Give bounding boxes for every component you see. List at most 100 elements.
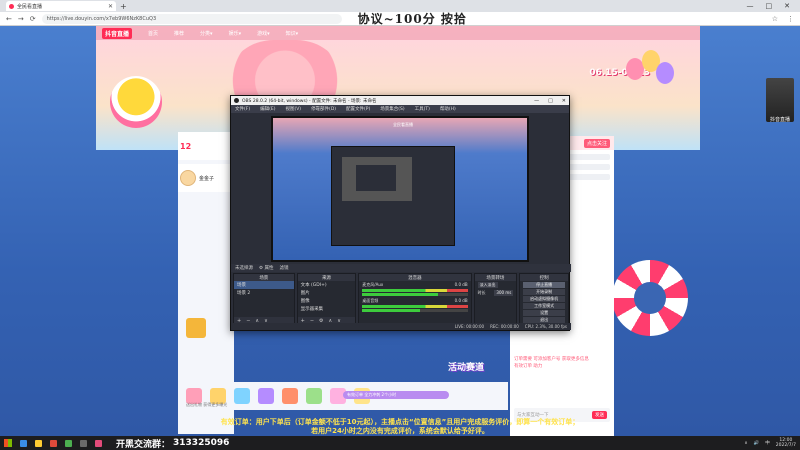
transition-select[interactable]: 淡入淡出: [477, 282, 498, 288]
stream-overlay-title: 协议~100分 按拾: [357, 12, 467, 26]
properties-button[interactable]: ⚙ 属性: [259, 265, 273, 271]
tab-close-icon[interactable]: ✕: [108, 3, 113, 10]
menu-profile[interactable]: 配置文件(P): [346, 106, 370, 112]
new-tab-button[interactable]: +: [120, 2, 127, 11]
recommended-streamer-label: 抖音直播: [769, 117, 790, 123]
duck-float-illustration: [110, 76, 162, 128]
nav-recommend[interactable]: 推荐: [174, 30, 184, 37]
filters-button[interactable]: 滤镜: [279, 265, 288, 271]
reload-button[interactable]: ⟳: [30, 15, 36, 23]
nav-games[interactable]: 游戏▾: [257, 30, 270, 37]
nav-home[interactable]: 首页: [148, 30, 158, 37]
search-icon[interactable]: [20, 439, 27, 447]
gift-item-icon[interactable]: [282, 388, 298, 404]
browser-menu-icon[interactable]: ⋮: [787, 15, 794, 23]
virtual-camera-button[interactable]: 启动虚拟摄像机: [523, 296, 565, 302]
input-method-icon[interactable]: 中: [765, 440, 770, 446]
preview-caption: 全民看直播: [393, 122, 413, 127]
streamer-avatar[interactable]: [180, 170, 196, 186]
chat-message: 有效订单 助力: [514, 364, 543, 369]
obs-minimize-button[interactable]: —: [534, 98, 539, 104]
gift-item-icon[interactable]: [306, 388, 322, 404]
nav-knowledge[interactable]: 知识▾: [286, 30, 299, 37]
source-item[interactable]: 图片: [298, 289, 356, 297]
browser-window-controls: — □ ✕: [747, 2, 800, 10]
forward-button[interactable]: →: [18, 15, 24, 23]
transitions-dock: 场景转场 淡入淡出 时长 300 ms: [473, 273, 518, 325]
douyin-header: 抖音直播 首页 推荐 分类▾ 娱乐▾ 游戏▾ 知识▾: [96, 26, 700, 40]
menu-docks[interactable]: 停靠部件(D): [311, 106, 336, 112]
app-icon[interactable]: [95, 439, 102, 447]
group-promo-label: 开黑交流群：: [116, 439, 171, 450]
live-time: LIVE: 00:00:00: [454, 324, 485, 329]
rec-time: REC: 00:00:00: [490, 324, 519, 329]
scene-item[interactable]: 场景: [234, 281, 294, 289]
gift-box-icon[interactable]: [186, 318, 206, 338]
maximize-button[interactable]: □: [766, 2, 773, 10]
gift-item-icon[interactable]: [258, 388, 274, 404]
volume-meter: [362, 305, 468, 308]
mixer-channel: 麦克风/Aux 0.0 dB: [359, 281, 470, 297]
gift-item-icon[interactable]: [234, 388, 250, 404]
menu-tools[interactable]: 工具(T): [415, 106, 430, 112]
menu-help[interactable]: 帮助(H): [440, 106, 456, 112]
duration-label: 时长: [477, 290, 486, 295]
file-explorer-icon[interactable]: [35, 439, 42, 447]
obs-close-button[interactable]: ✕: [562, 98, 566, 104]
obs-taskbar-icon[interactable]: [80, 439, 87, 447]
settings-button[interactable]: 设置: [523, 310, 565, 316]
douyin-live-page: 抖音直播 首页 推荐 分类▾ 娱乐▾ 游戏▾ 知识▾ 06.15-07.13 1…: [0, 26, 800, 436]
volume-icon[interactable]: 🔊: [754, 441, 760, 446]
volume-slider-fill: [362, 293, 439, 296]
menu-file[interactable]: 文件(F): [235, 106, 250, 112]
streamer-info[interactable]: 金金子: [178, 164, 238, 192]
controls-dock: 控制 停止直播 开始录制 启动虚拟摄像机 工作室模式 设置 退出: [519, 273, 569, 325]
channel-name: 麦克风/Aux: [362, 282, 384, 287]
nested-capture-level3: [356, 165, 396, 191]
balloons-illustration: [620, 48, 680, 118]
close-window-button[interactable]: ✕: [784, 2, 790, 10]
tray-chevron-icon[interactable]: ∧: [744, 441, 747, 446]
windows-taskbar: 开黑交流群： 313325096 ∧ 🔊 中 12:00 2022/7/7: [0, 436, 800, 450]
menu-view[interactable]: 视图(V): [285, 106, 301, 112]
volume-slider[interactable]: [362, 293, 468, 296]
browser-tab[interactable]: 全民看直播 ✕: [6, 1, 116, 11]
source-item[interactable]: 文本 (GDI+): [298, 281, 356, 289]
nav-entertainment[interactable]: 娱乐▾: [229, 30, 242, 37]
gift-caption: 送出礼物 获得更多曝光: [186, 402, 228, 407]
event-badge[interactable]: 活动赛道: [448, 360, 484, 373]
bookmark-star-icon[interactable]: ☆: [772, 15, 778, 23]
volume-slider[interactable]: [362, 309, 468, 312]
douyin-logo[interactable]: 抖音直播: [102, 27, 133, 39]
transitions-dock-title: 场景转场: [474, 274, 517, 281]
menu-edit[interactable]: 编辑(E): [260, 106, 275, 112]
url-input[interactable]: https://live.douyin.com/x7eb9W6NzK8CuQ3: [41, 13, 342, 24]
obs-menubar: 文件(F) 编辑(E) 视图(V) 停靠部件(D) 配置文件(P) 场景集合(S…: [231, 105, 569, 113]
studio-mode-button[interactable]: 工作室模式: [523, 303, 565, 309]
source-toolbar: 未选择源 ⚙ 属性 滤镜: [231, 264, 571, 272]
stop-streaming-button[interactable]: 停止直播: [523, 282, 565, 288]
start-icon[interactable]: [4, 439, 12, 447]
minimize-button[interactable]: —: [747, 2, 754, 10]
scene-item[interactable]: 场景 2: [234, 289, 294, 297]
clock-date: 2022/7/7: [775, 443, 796, 448]
rank-count: 12: [180, 141, 192, 151]
back-button[interactable]: ←: [6, 15, 12, 23]
sources-dock: 来源 文本 (GDI+) 图片 图像 显示器采集 + − ⚙ ∧ ∨: [296, 273, 357, 325]
nav-category[interactable]: 分类▾: [200, 30, 213, 37]
volume-meter: [362, 289, 468, 292]
taskbar-clock[interactable]: 12:00 2022/7/7: [776, 438, 796, 448]
source-item[interactable]: 显示器采集: [298, 305, 356, 313]
follow-tag[interactable]: 点击关注: [583, 138, 610, 148]
chrome-icon[interactable]: [65, 439, 72, 447]
menu-scene-collection[interactable]: 场景集合(S): [380, 106, 404, 112]
source-item[interactable]: 图像: [298, 297, 356, 305]
app-icon[interactable]: [50, 439, 57, 447]
start-recording-button[interactable]: 开始录制: [523, 289, 565, 295]
group-promo-number: 313325096: [173, 438, 230, 448]
duration-input[interactable]: 300 ms: [494, 290, 514, 296]
obs-maximize-button[interactable]: □: [548, 98, 553, 104]
promo-tag[interactable]: 有效订单 全力冲刺 2个小时: [343, 391, 449, 399]
obs-preview[interactable]: 全民看直播: [271, 116, 529, 262]
streamer-rank-card[interactable]: 12: [178, 132, 238, 160]
